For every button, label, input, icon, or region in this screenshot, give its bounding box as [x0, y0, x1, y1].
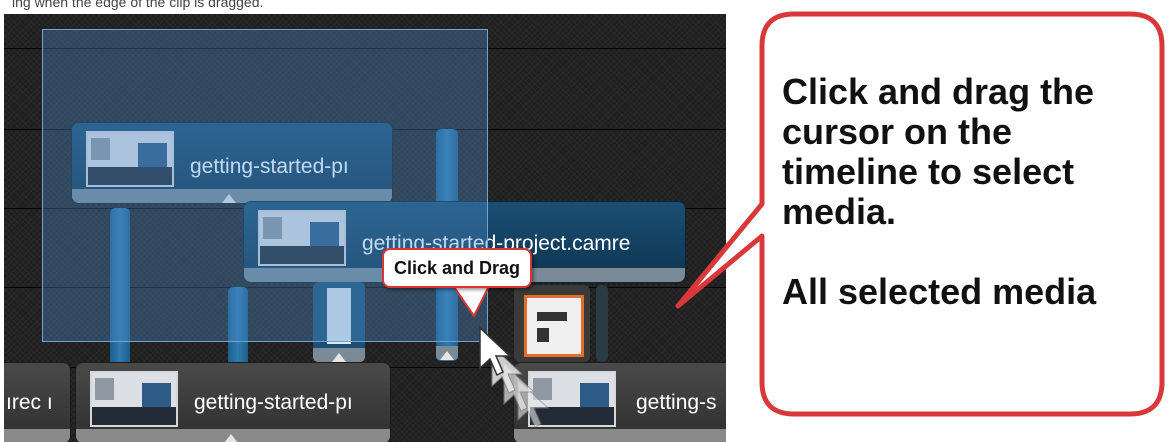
- expand-arrow-icon[interactable]: [332, 353, 346, 362]
- timeline[interactable]: getting-started-pı getting-started-proje…: [4, 14, 726, 442]
- expand-arrow-icon[interactable]: [440, 351, 454, 360]
- callout-text: Click and drag the cursor on the timelin…: [782, 71, 1097, 312]
- clip-edge[interactable]: [596, 285, 608, 362]
- clip-thumbnail: [90, 371, 178, 427]
- expand-arrow-icon[interactable]: [224, 434, 238, 442]
- click-and-drag-tooltip: Click and Drag: [382, 248, 533, 288]
- caption-text: ing when the edge of the clip is dragged…: [12, 0, 264, 10]
- clip-end-bar: [436, 346, 458, 360]
- cursor-trail-icon: [479, 326, 550, 428]
- media-clip[interactable]: ırec ı: [4, 363, 70, 442]
- media-clip[interactable]: getting-started-pı: [76, 363, 390, 442]
- clip-label: ırec ı: [6, 391, 53, 414]
- clip-label: getting-started-pı: [194, 391, 353, 414]
